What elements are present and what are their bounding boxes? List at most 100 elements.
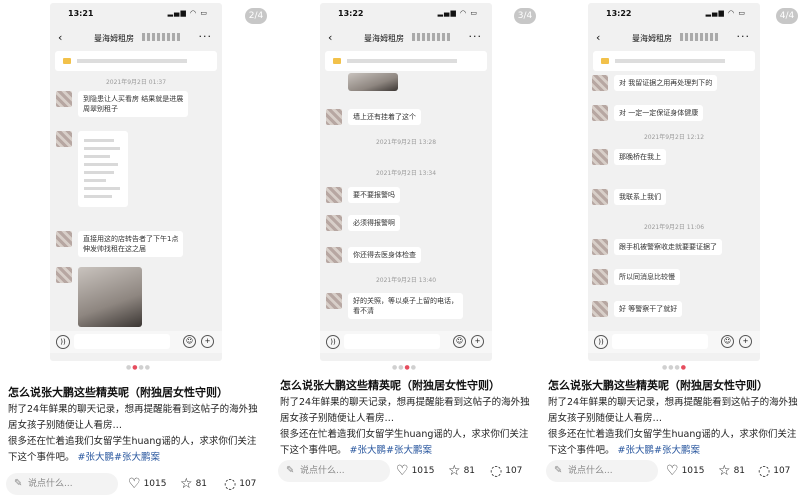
pinned-notice <box>55 51 217 71</box>
post-card-3: 13:22 ▂▄▆ ◠ ▭ ‹ 曼海姆租房 ··· 对 我留证据之用再处理判下的… <box>538 0 800 500</box>
carousel-dots[interactable]: ●●●● <box>392 364 417 371</box>
chat-input-bar: )) ☺ + <box>588 331 760 353</box>
avatar <box>326 215 342 231</box>
pinned-notice <box>593 51 755 71</box>
avatar <box>326 187 342 203</box>
pencil-icon: ✎ <box>554 465 563 476</box>
comment-input[interactable]: ✎ 说点什么... <box>6 473 118 495</box>
avatar <box>592 105 608 121</box>
comment-icon: ◌ <box>758 463 771 479</box>
blurred-name <box>680 33 718 41</box>
favorite-count: 81 <box>195 479 208 489</box>
comment-count: 107 <box>505 466 523 476</box>
comment-count: 107 <box>239 479 257 489</box>
blurred-name <box>142 33 180 41</box>
back-arrow-icon: ‹ <box>58 31 63 44</box>
heart-icon: ♡ <box>396 463 409 479</box>
avatar <box>592 301 608 317</box>
emoji-icon: ☺ <box>183 335 196 348</box>
avatar <box>326 293 342 309</box>
comment-input[interactable]: ✎ 说点什么... <box>278 460 390 482</box>
chat-timestamp: 2021年9月2日 11:06 <box>643 224 705 231</box>
comment-button[interactable]: ◌ 107 <box>224 476 256 492</box>
favorite-button[interactable]: ☆ 81 <box>448 463 475 479</box>
comment-placeholder: 说点什么... <box>568 466 613 476</box>
avatar <box>56 267 72 283</box>
plus-icon: + <box>739 335 752 348</box>
more-icon: ··· <box>736 30 750 43</box>
chat-screenshot[interactable]: 13:22 ▂▄▆ ◠ ▭ ‹ 曼海姆租房 ··· 对 我留证据之用再处理判下的… <box>588 3 760 361</box>
avatar <box>592 269 608 285</box>
like-button[interactable]: ♡ 1015 <box>128 476 166 492</box>
like-button[interactable]: ♡ 1015 <box>666 463 704 479</box>
chat-screenshot[interactable]: 13:21 ▂▄▆ ◠ ▭ ‹ 曼海姆租房 ··· 2021年9月2日 01:3… <box>50 3 222 361</box>
message-bubble: 对 我留证据之用再处理判下的 <box>614 75 718 91</box>
pinned-notice <box>325 51 487 71</box>
comment-button[interactable]: ◌ 107 <box>490 463 522 479</box>
plus-icon: + <box>471 335 484 348</box>
photo-message <box>348 73 398 91</box>
page-indicator: 2/4 <box>245 8 267 24</box>
carousel-dots[interactable]: ●●●● <box>662 364 687 371</box>
like-count: 1015 <box>411 466 435 476</box>
photo-message <box>78 267 142 327</box>
chat-title: 曼海姆租房 <box>364 34 404 43</box>
like-button[interactable]: ♡ 1015 <box>396 463 434 479</box>
chat-nav: ‹ 曼海姆租房 ··· <box>588 29 760 47</box>
avatar <box>56 91 72 107</box>
heart-icon: ♡ <box>128 476 141 492</box>
chat-input-field <box>612 334 708 349</box>
post-tags[interactable]: #张大鹏#张大鹏案 <box>618 445 700 456</box>
message-bubble: 跟手机被警察收走就要要证据了 <box>614 239 722 255</box>
favorite-button[interactable]: ☆ 81 <box>180 476 207 492</box>
page-indicator: 3/4 <box>514 8 536 24</box>
voice-icon: )) <box>326 335 340 349</box>
signal-battery-icon: ▂▄▆ ◠ ▭ <box>705 9 746 17</box>
post-title: 怎么说张大鹏这些精英呢（附独居女性守则） <box>280 379 500 392</box>
status-time: 13:21 <box>68 9 94 18</box>
chat-title: 曼海姆租房 <box>632 34 672 43</box>
pencil-icon: ✎ <box>14 478 23 489</box>
status-bar: 13:21 ▂▄▆ ◠ ▭ <box>50 9 222 21</box>
chat-title: 曼海姆租房 <box>94 34 134 43</box>
post-title: 怎么说张大鹏这些精英呢（附独居女性守则） <box>548 379 768 392</box>
like-count: 1015 <box>681 466 705 476</box>
post-body-text: 附了24年鲜果的聊天记录，想再提醒能看到这帖子的海外独居女孩子别随便让人看房… <box>548 397 798 424</box>
comment-button[interactable]: ◌ 107 <box>758 463 790 479</box>
avatar <box>592 75 608 91</box>
chat-input-bar: )) ☺ + <box>50 331 222 353</box>
star-icon: ☆ <box>448 463 461 479</box>
message-bubble: 所以同消息比较慢 <box>614 269 680 285</box>
avatar <box>326 247 342 263</box>
voice-icon: )) <box>594 335 608 349</box>
carousel-dots[interactable]: ●●●● <box>126 364 151 371</box>
message-bubble: 我联系上我们 <box>614 189 666 205</box>
blurred-name <box>412 33 450 41</box>
post-body-text: 附了24年鲜果的聊天记录，想再提醒能看到这帖子的海外独居女孩子别随便让人看房… <box>8 404 258 431</box>
post-card-2: 13:22 ▂▄▆ ◠ ▭ ‹ 曼海姆租房 ··· 墙上还有挂着了这个 2021… <box>270 0 536 500</box>
image-message <box>78 131 128 207</box>
emoji-icon: ☺ <box>453 335 466 348</box>
post-body: 附了24年鲜果的聊天记录，想再提醒能看到这帖子的海外独居女孩子别随便让人看房… … <box>8 402 258 466</box>
chat-timestamp: 2021年9月2日 13:34 <box>375 170 437 177</box>
plus-icon: + <box>201 335 214 348</box>
avatar <box>592 239 608 255</box>
message-bubble: 好的关照，等以桌子上留的电话， 看不清 <box>348 293 463 319</box>
comment-input[interactable]: ✎ 说点什么... <box>546 460 658 482</box>
post-tags[interactable]: #张大鹏#张大鹏案 <box>78 452 160 463</box>
post-body: 附了24年鲜果的聊天记录，想再提醒能看到这帖子的海外独居女孩子别随便让人看房… … <box>548 395 798 459</box>
chat-screenshot[interactable]: 13:22 ▂▄▆ ◠ ▭ ‹ 曼海姆租房 ··· 墙上还有挂着了这个 2021… <box>320 3 492 361</box>
like-count: 1015 <box>143 479 167 489</box>
post-body: 附了24年鲜果的聊天记录，想再提醒能看到这帖子的海外独居女孩子别随便让人看房… … <box>280 395 530 459</box>
emoji-icon: ☺ <box>721 335 734 348</box>
post-tags[interactable]: #张大鹏#张大鹏案 <box>350 445 432 456</box>
favorite-button[interactable]: ☆ 81 <box>718 463 745 479</box>
post-body-text: 附了24年鲜果的聊天记录，想再提醒能看到这帖子的海外独居女孩子别随便让人看房… <box>280 397 530 424</box>
comment-icon: ◌ <box>224 476 237 492</box>
favorite-count: 81 <box>463 466 476 476</box>
signal-battery-icon: ▂▄▆ ◠ ▭ <box>437 9 478 17</box>
post-card-1: 13:21 ▂▄▆ ◠ ▭ ‹ 曼海姆租房 ··· 2021年9月2日 01:3… <box>0 0 267 500</box>
chat-timestamp: 2021年9月2日 01:37 <box>105 79 167 86</box>
message-bubble: 直接用这的店转告者了下午1点 伸发帅找租在这之届 <box>78 231 184 257</box>
more-icon: ··· <box>468 30 482 43</box>
